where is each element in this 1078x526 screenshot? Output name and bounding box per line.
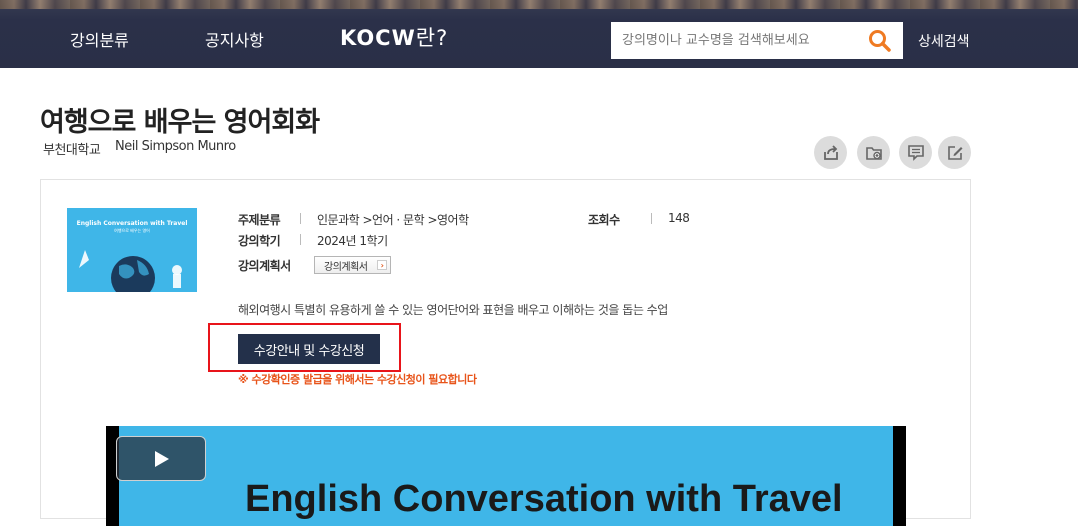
comment-icon [907, 144, 924, 161]
course-thumbnail: English Conversation with Travel 여행으로 배우… [67, 208, 197, 292]
folder-add-icon [865, 146, 882, 160]
share-icon [823, 144, 838, 160]
enroll-notice: ※ 수강확인증 발급을 위해서는 수강신청이 필요합니다 [238, 373, 477, 386]
edit-button[interactable] [938, 136, 971, 169]
video-screen: English Conversation with Travel [119, 426, 893, 526]
views-label: 조회수 [588, 213, 620, 227]
course-title: 여행으로 배우는 영어회화 [40, 107, 320, 138]
enroll-button[interactable]: 수강안내 및 수강신청 [238, 334, 380, 364]
kocw-logo: KOCW [340, 26, 416, 50]
semester-value: 2024년 1학기 [317, 234, 388, 248]
kocw-logo-suffix: 란? [415, 26, 449, 50]
edit-icon [947, 145, 962, 160]
course-description: 해외여행시 특별히 유용하게 쓸 수 있는 영어단어와 표현을 배우고 이해하는… [238, 303, 668, 317]
top-navigation-bar: 강의분류 공지사항 KOCW란? 상세검색 [0, 0, 1078, 68]
video-title-text: English Conversation with Travel [245, 478, 843, 520]
search-box [611, 22, 903, 59]
video-player[interactable]: English Conversation with Travel [106, 426, 906, 526]
professor-name: Neil Simpson Munro [115, 139, 236, 154]
globe-illustration [79, 250, 182, 292]
play-button[interactable] [116, 436, 206, 481]
course-info-panel: English Conversation with Travel 여행으로 배우… [40, 179, 971, 526]
syllabus-label: 강의계획서 [238, 259, 291, 273]
meta-divider [300, 213, 301, 224]
share-button[interactable] [814, 136, 847, 169]
advanced-search-link[interactable]: 상세검색 [918, 31, 970, 51]
syllabus-button-label: 강의계획서 [324, 261, 368, 273]
syllabus-button[interactable]: 강의계획서 › [314, 256, 391, 274]
chevron-right-icon: › [377, 260, 387, 270]
meta-divider [651, 213, 652, 224]
search-button[interactable] [867, 28, 893, 54]
subject-label: 주제분류 [238, 213, 281, 227]
nav-course-category[interactable]: 강의분류 [70, 27, 129, 51]
kocw-about-link[interactable]: KOCW란? [340, 22, 448, 52]
play-icon [155, 450, 169, 467]
school-name: 부천대학교 [43, 143, 101, 158]
search-icon [869, 30, 891, 52]
search-input[interactable] [611, 22, 861, 59]
comment-button[interactable] [899, 136, 932, 169]
add-to-folder-button[interactable] [857, 136, 890, 169]
header-background-strip [0, 0, 1078, 9]
nav-notice[interactable]: 공지사항 [205, 27, 264, 51]
meta-divider [300, 234, 301, 245]
subject-value: 인문과학 >언어 · 문학 >영어학 [317, 213, 469, 227]
views-value: 148 [668, 211, 690, 225]
semester-label: 강의학기 [238, 234, 281, 248]
